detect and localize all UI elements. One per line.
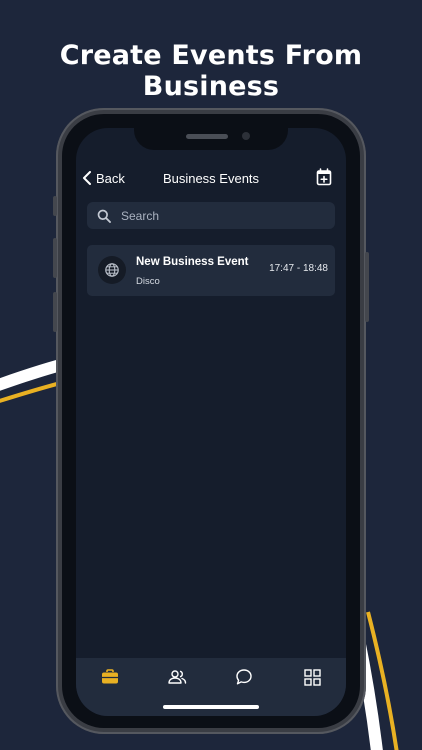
phone-volume-up xyxy=(53,238,57,278)
phone-power-button xyxy=(365,252,369,322)
briefcase-icon xyxy=(102,669,118,684)
search-input[interactable] xyxy=(121,208,321,223)
nav-bar: Back Business Events xyxy=(76,162,346,192)
phone-mute-switch xyxy=(53,196,57,216)
add-event-button[interactable] xyxy=(316,168,332,186)
tab-people[interactable] xyxy=(166,666,188,688)
event-list-item[interactable]: New Business Event Disco 17:47 - 18:48 xyxy=(87,245,335,296)
home-indicator[interactable] xyxy=(163,705,259,709)
phone-volume-down xyxy=(53,292,57,332)
event-category: Disco xyxy=(136,276,160,287)
grid-icon xyxy=(303,668,321,686)
tab-business[interactable] xyxy=(99,666,121,688)
people-icon xyxy=(168,670,187,684)
speaker xyxy=(186,134,228,139)
app-screen: Back Business Events Search New Business… xyxy=(76,128,346,716)
chat-icon xyxy=(236,669,252,685)
event-avatar xyxy=(98,256,126,284)
search-icon xyxy=(97,209,111,223)
tab-menu[interactable] xyxy=(301,666,323,688)
headline: Create Events From Business xyxy=(59,40,363,102)
event-name: New Business Event xyxy=(136,256,249,268)
notch xyxy=(134,128,288,150)
search-bar[interactable] xyxy=(87,202,335,229)
page-title: Business Events xyxy=(162,171,260,186)
calendar-add-icon xyxy=(316,168,332,186)
camera xyxy=(242,132,250,140)
tab-chat[interactable] xyxy=(233,666,255,688)
globe-icon xyxy=(105,263,119,277)
event-time: 17:47 - 18:48 xyxy=(269,263,328,274)
